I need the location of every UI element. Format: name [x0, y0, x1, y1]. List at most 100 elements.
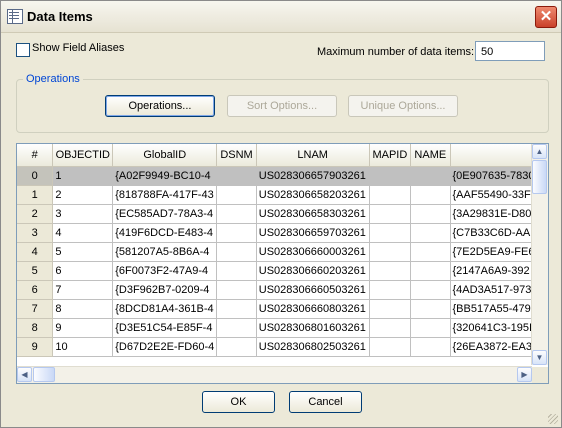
table-cell-name[interactable]	[410, 242, 451, 262]
row-number-cell[interactable]: 1	[17, 185, 54, 205]
table-cell-globalid[interactable]: {D3E51C54-E85F-4	[112, 318, 218, 338]
table-cell-objectid[interactable]: 7	[52, 280, 114, 300]
cancel-button[interactable]: Cancel	[289, 391, 362, 413]
row-number-cell[interactable]: 8	[17, 318, 54, 338]
row-number-cell[interactable]: 3	[17, 223, 54, 243]
table-cell-name[interactable]	[410, 299, 451, 319]
horizontal-scrollbar[interactable]: ◀ ▶	[17, 366, 532, 383]
table-cell-objectid[interactable]: 10	[52, 337, 114, 357]
table-cell-lnam[interactable]: US028306658203261	[256, 185, 370, 205]
table-cell-dsnm[interactable]	[216, 318, 257, 338]
table-row[interactable]: 9 10 {D67D2E2E-FD60-4 US028306802503261 {26E…	[17, 337, 548, 357]
table-cell-globalid[interactable]: {D67D2E2E-FD60-4	[112, 337, 218, 357]
table-row[interactable]: 6 7 {D3F962B7-0209-4 US028306660503261 {4AD3…	[17, 280, 548, 300]
table-cell-objectid[interactable]: 5	[52, 242, 114, 262]
table-cell-globalid[interactable]: {D3F962B7-0209-4	[112, 280, 218, 300]
table-cell-globalid[interactable]: {A02F9949-BC10-4	[112, 166, 218, 186]
table-row[interactable]: 4 5 {581207A5-8B6A-4 US028306660003261 {7E2D…	[17, 242, 548, 262]
column-header-rownum[interactable]: #	[17, 144, 54, 167]
scroll-up-arrow-icon[interactable]: ▲	[532, 144, 547, 159]
scroll-right-arrow-icon[interactable]: ▶	[517, 367, 532, 382]
table-cell-globalid[interactable]: {EC585AD7-78A3-4	[112, 204, 218, 224]
table-cell-mapid[interactable]	[369, 204, 412, 224]
table-row[interactable]: 8 9 {D3E51C54-E85F-4 US028306801603261 {3206…	[17, 318, 548, 338]
table-cell-mapid[interactable]	[369, 299, 412, 319]
table-cell-globalid[interactable]: {419F6DCD-E483-4	[112, 223, 218, 243]
table-cell-dsnm[interactable]	[216, 166, 257, 186]
column-header-objectid[interactable]: OBJECTID	[52, 144, 114, 167]
table-cell-mapid[interactable]	[369, 166, 412, 186]
horizontal-scroll-thumb[interactable]	[33, 367, 55, 382]
table-cell-mapid[interactable]	[369, 318, 412, 338]
data-grid[interactable]: # OBJECTID GlobalID DSNM LNAM MAPID NAME…	[16, 143, 549, 384]
row-number-cell[interactable]: 9	[17, 337, 54, 357]
table-cell-dsnm[interactable]	[216, 261, 257, 281]
column-header-name[interactable]: NAME	[410, 144, 451, 167]
show-field-aliases-checkbox[interactable]	[16, 43, 30, 57]
table-cell-globalid[interactable]: {818788FA-417F-43	[112, 185, 218, 205]
table-cell-name[interactable]	[410, 204, 451, 224]
table-cell-lnam[interactable]: US028306801603261	[256, 318, 370, 338]
table-cell-lnam[interactable]: US028306802503261	[256, 337, 370, 357]
table-cell-mapid[interactable]	[369, 261, 412, 281]
table-cell-lnam[interactable]: US028306660803261	[256, 299, 370, 319]
table-cell-dsnm[interactable]	[216, 280, 257, 300]
row-number-cell[interactable]: 4	[17, 242, 54, 262]
table-cell-lnam[interactable]: US028306658303261	[256, 204, 370, 224]
table-cell-lnam[interactable]: US028306657903261	[256, 166, 370, 186]
table-row[interactable]: 0 1 {A02F9949-BC10-4 US028306657903261 {0E90…	[17, 166, 548, 186]
table-cell-objectid[interactable]: 1	[52, 166, 114, 186]
table-cell-objectid[interactable]: 9	[52, 318, 114, 338]
table-cell-objectid[interactable]: 3	[52, 204, 114, 224]
table-cell-objectid[interactable]: 6	[52, 261, 114, 281]
vertical-scroll-thumb[interactable]	[532, 160, 547, 194]
table-cell-name[interactable]	[410, 166, 451, 186]
vertical-scrollbar[interactable]: ▲ ▼	[531, 144, 548, 365]
table-cell-dsnm[interactable]	[216, 337, 257, 357]
row-number-cell[interactable]: 0	[17, 166, 54, 186]
row-number-cell[interactable]: 5	[17, 261, 54, 281]
column-header-dsnm[interactable]: DSNM	[216, 144, 257, 167]
ok-button[interactable]: OK	[202, 391, 275, 413]
table-cell-mapid[interactable]	[369, 242, 412, 262]
table-cell-mapid[interactable]	[369, 223, 412, 243]
table-cell-lnam[interactable]: US028306660003261	[256, 242, 370, 262]
table-cell-name[interactable]	[410, 185, 451, 205]
operations-button[interactable]: Operations...	[105, 95, 215, 117]
max-items-input[interactable]: 50	[475, 41, 545, 61]
table-cell-globalid[interactable]: {8DCD81A4-361B-4	[112, 299, 218, 319]
table-cell-objectid[interactable]: 4	[52, 223, 114, 243]
table-cell-lnam[interactable]: US028306660503261	[256, 280, 370, 300]
table-cell-dsnm[interactable]	[216, 204, 257, 224]
table-cell-dsnm[interactable]	[216, 242, 257, 262]
show-field-aliases-label[interactable]: Show Field Aliases	[32, 42, 124, 54]
table-row[interactable]: 2 3 {EC585AD7-78A3-4 US028306658303261 {3A29…	[17, 204, 548, 224]
table-cell-objectid[interactable]: 2	[52, 185, 114, 205]
column-header-globalid[interactable]: GlobalID	[112, 144, 218, 167]
unique-options-button[interactable]: Unique Options...	[348, 95, 458, 117]
table-row[interactable]: 3 4 {419F6DCD-E483-4 US028306659703261 {C7B3…	[17, 223, 548, 243]
column-header-mapid[interactable]: MAPID	[369, 144, 412, 167]
close-button[interactable]: ✕	[535, 6, 557, 28]
table-cell-dsnm[interactable]	[216, 223, 257, 243]
scroll-down-arrow-icon[interactable]: ▼	[532, 350, 547, 365]
resize-grip-icon[interactable]	[548, 414, 558, 424]
table-cell-mapid[interactable]	[369, 337, 412, 357]
table-cell-lnam[interactable]: US028306660203261	[256, 261, 370, 281]
table-cell-name[interactable]	[410, 280, 451, 300]
table-cell-globalid[interactable]: {581207A5-8B6A-4	[112, 242, 218, 262]
row-number-cell[interactable]: 7	[17, 299, 54, 319]
table-row[interactable]: 5 6 {6F0073F2-47A9-4 US028306660203261 {2147…	[17, 261, 548, 281]
table-row[interactable]: 7 8 {8DCD81A4-361B-4 US028306660803261 {BB51…	[17, 299, 548, 319]
table-cell-name[interactable]	[410, 337, 451, 357]
table-cell-dsnm[interactable]	[216, 299, 257, 319]
row-number-cell[interactable]: 2	[17, 204, 54, 224]
table-cell-name[interactable]	[410, 318, 451, 338]
row-number-cell[interactable]: 6	[17, 280, 54, 300]
table-cell-lnam[interactable]: US028306659703261	[256, 223, 370, 243]
scroll-left-arrow-icon[interactable]: ◀	[17, 367, 32, 382]
table-cell-mapid[interactable]	[369, 185, 412, 205]
table-cell-dsnm[interactable]	[216, 185, 257, 205]
table-cell-objectid[interactable]: 8	[52, 299, 114, 319]
table-cell-globalid[interactable]: {6F0073F2-47A9-4	[112, 261, 218, 281]
